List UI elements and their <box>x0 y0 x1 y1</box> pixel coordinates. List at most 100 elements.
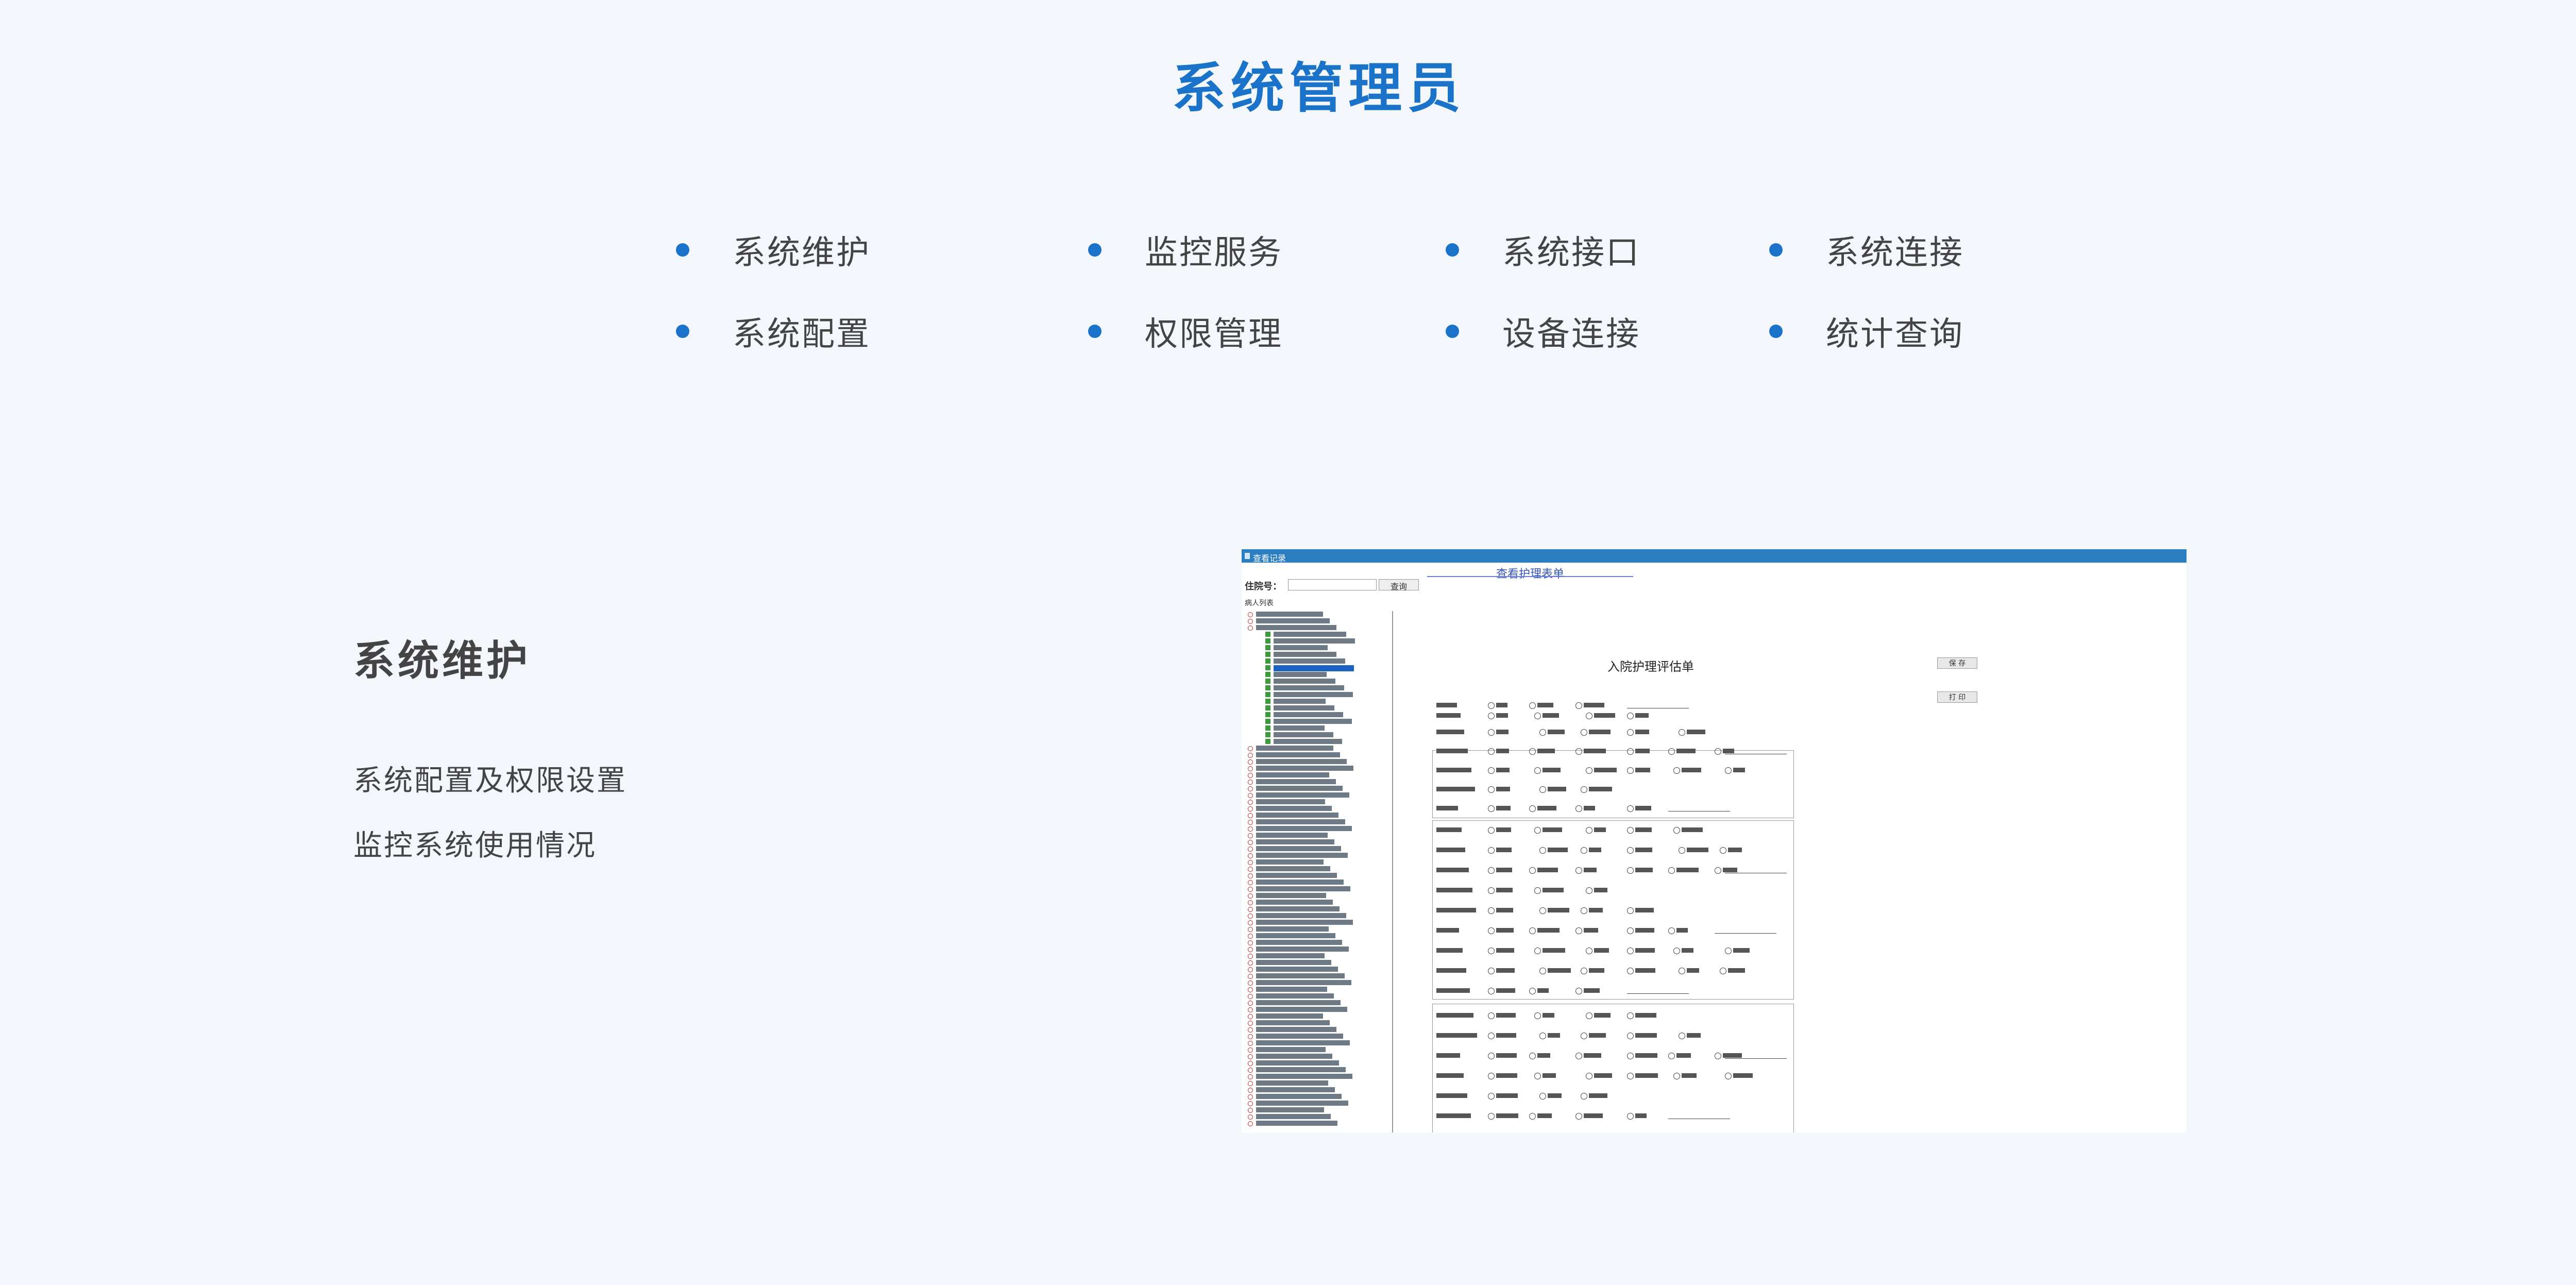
tree-row[interactable] <box>1243 879 1392 886</box>
radio-option[interactable] <box>1586 713 1592 719</box>
tree-row[interactable] <box>1243 1046 1392 1053</box>
radio-option[interactable] <box>1488 968 1495 974</box>
tree-row[interactable] <box>1243 979 1392 986</box>
tree-row[interactable] <box>1243 859 1392 866</box>
tree-row[interactable] <box>1243 779 1392 785</box>
radio-option[interactable] <box>1715 1053 1721 1059</box>
radio-option[interactable] <box>1720 968 1726 974</box>
radio-option[interactable] <box>1627 748 1634 755</box>
tree-row[interactable] <box>1243 678 1392 685</box>
radio-option[interactable] <box>1488 867 1495 874</box>
radio-option[interactable] <box>1627 1113 1634 1120</box>
tree-row[interactable] <box>1243 819 1392 825</box>
text-field[interactable] <box>1725 1058 1787 1059</box>
radio-option[interactable] <box>1539 907 1546 914</box>
radio-option[interactable] <box>1627 847 1634 854</box>
tree-row[interactable] <box>1243 933 1392 939</box>
radio-option[interactable] <box>1673 948 1680 954</box>
tree-row[interactable] <box>1243 712 1392 718</box>
tree-row[interactable] <box>1243 611 1392 618</box>
tree-row[interactable] <box>1243 1067 1392 1073</box>
radio-option[interactable] <box>1539 847 1546 854</box>
radio-option[interactable] <box>1679 968 1685 974</box>
radio-option[interactable] <box>1627 867 1634 874</box>
tree-row[interactable] <box>1243 939 1392 946</box>
tree-row[interactable] <box>1243 671 1392 678</box>
tree-row[interactable] <box>1243 1120 1392 1127</box>
radio-option[interactable] <box>1539 968 1546 974</box>
radio-option[interactable] <box>1679 1033 1685 1039</box>
tree-row[interactable] <box>1243 665 1392 671</box>
tree-row[interactable] <box>1243 651 1392 658</box>
tree-row[interactable] <box>1243 645 1392 651</box>
radio-option[interactable] <box>1673 827 1680 834</box>
radio-option[interactable] <box>1575 988 1582 994</box>
radio-option[interactable] <box>1725 1073 1732 1079</box>
tree-row[interactable] <box>1243 953 1392 959</box>
tree-row[interactable] <box>1243 1053 1392 1060</box>
tree-row[interactable] <box>1243 993 1392 1000</box>
tree-row[interactable] <box>1243 906 1392 912</box>
radio-option[interactable] <box>1586 767 1592 774</box>
tree-row[interactable] <box>1243 899 1392 906</box>
radio-option[interactable] <box>1488 847 1495 854</box>
tree-row[interactable] <box>1243 892 1392 899</box>
radio-option[interactable] <box>1668 1053 1675 1059</box>
radio-option[interactable] <box>1488 1073 1495 1079</box>
tree-row[interactable] <box>1243 624 1392 631</box>
tree-row[interactable] <box>1243 618 1392 624</box>
tree-row[interactable] <box>1243 1093 1392 1100</box>
radio-option[interactable] <box>1581 907 1587 914</box>
radio-option[interactable] <box>1581 1033 1587 1039</box>
tree-row[interactable] <box>1243 1040 1392 1046</box>
tree-row[interactable] <box>1243 1026 1392 1033</box>
tree-row[interactable] <box>1243 866 1392 872</box>
tree-row[interactable] <box>1243 1073 1392 1080</box>
radio-option[interactable] <box>1488 948 1495 954</box>
radio-option[interactable] <box>1534 767 1541 774</box>
radio-option[interactable] <box>1575 927 1582 934</box>
radio-option[interactable] <box>1488 1113 1495 1120</box>
tree-row[interactable] <box>1243 886 1392 892</box>
radio-option[interactable] <box>1529 927 1536 934</box>
radio-option[interactable] <box>1673 1073 1680 1079</box>
radio-option[interactable] <box>1488 1093 1495 1100</box>
radio-option[interactable] <box>1539 729 1546 736</box>
tree-row[interactable] <box>1243 959 1392 966</box>
tree-row[interactable] <box>1243 765 1392 772</box>
tree-row[interactable] <box>1243 691 1392 698</box>
tree-row[interactable] <box>1243 705 1392 712</box>
tree-row[interactable] <box>1243 725 1392 732</box>
radio-option[interactable] <box>1668 748 1675 755</box>
tree-row[interactable] <box>1243 698 1392 705</box>
print-button[interactable]: 打 印 <box>1937 691 1977 703</box>
radio-option[interactable] <box>1627 767 1634 774</box>
tree-row[interactable] <box>1243 1107 1392 1113</box>
radio-option[interactable] <box>1679 847 1685 854</box>
radio-option[interactable] <box>1627 968 1634 974</box>
radio-option[interactable] <box>1529 1113 1536 1120</box>
radio-option[interactable] <box>1586 1012 1592 1019</box>
radio-option[interactable] <box>1534 1073 1541 1079</box>
radio-option[interactable] <box>1725 948 1732 954</box>
radio-option[interactable] <box>1627 948 1634 954</box>
tree-row[interactable] <box>1243 966 1392 973</box>
tree-row[interactable] <box>1243 1033 1392 1040</box>
tree-row[interactable] <box>1243 752 1392 758</box>
radio-option[interactable] <box>1488 988 1495 994</box>
inpatient-select[interactable] <box>1288 579 1377 590</box>
query-button[interactable]: 查询 <box>1379 579 1419 591</box>
tree-row[interactable] <box>1243 1000 1392 1006</box>
tree-row[interactable] <box>1243 745 1392 752</box>
radio-option[interactable] <box>1488 827 1495 834</box>
radio-option[interactable] <box>1575 805 1582 812</box>
radio-option[interactable] <box>1627 729 1634 736</box>
radio-option[interactable] <box>1529 748 1536 755</box>
radio-option[interactable] <box>1539 1033 1546 1039</box>
tree-row[interactable] <box>1243 685 1392 691</box>
tree-row[interactable] <box>1243 832 1392 839</box>
radio-option[interactable] <box>1668 867 1675 874</box>
tree-row[interactable] <box>1243 785 1392 792</box>
tree-row[interactable] <box>1243 758 1392 765</box>
patient-tree[interactable] <box>1243 611 1393 1132</box>
